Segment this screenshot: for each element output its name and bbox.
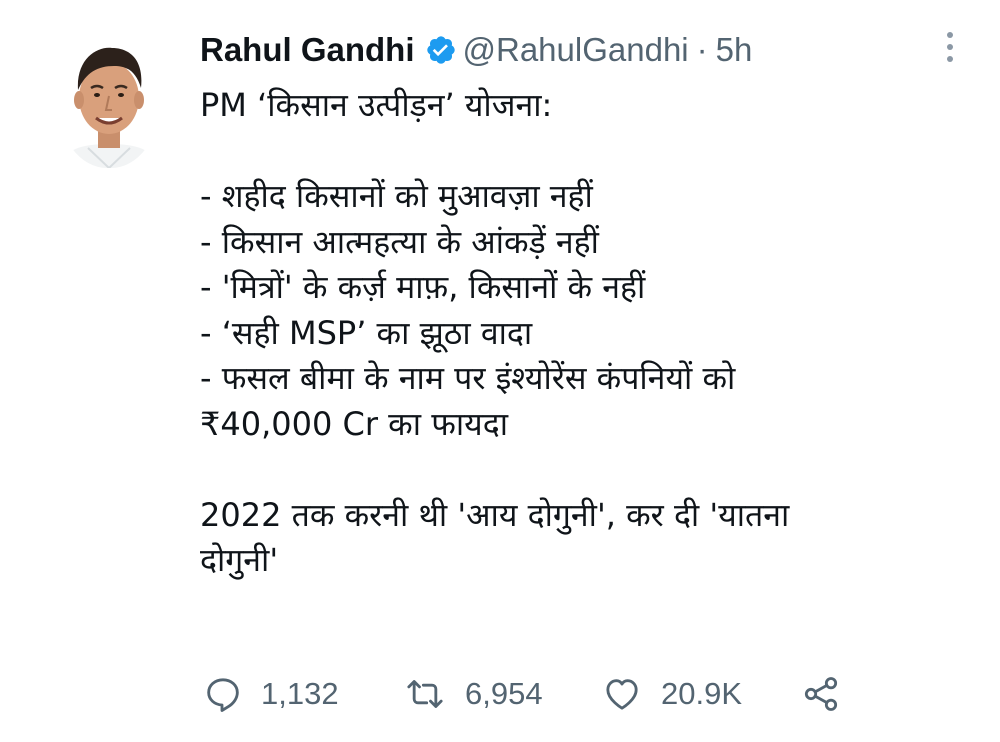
tweet-text-line: - शहीद किसानों को मुआवज़ा नहीं <box>200 177 593 215</box>
avatar[interactable] <box>58 32 160 168</box>
like-count: 20.9K <box>661 676 743 711</box>
tweet-text-line: ₹40,000 Cr का फायदा <box>200 404 509 443</box>
timestamp[interactable]: 5h <box>716 30 753 70</box>
action-bar: 1,132 6,954 20.9K <box>203 672 841 716</box>
tweet-card[interactable]: Rahul Gandhi @RahulGandhi · 5h PM ‘किसान… <box>0 0 1000 742</box>
reply-icon <box>207 678 239 712</box>
author-handle[interactable]: @RahulGandhi <box>463 30 689 70</box>
verified-badge-icon <box>425 34 457 66</box>
reply-count: 1,132 <box>261 676 339 711</box>
tweet-text-blank-line <box>200 447 940 493</box>
tweet-text-line: PM ‘किसान उत्पीड़न’ योजना: <box>200 86 553 124</box>
heart-icon <box>606 679 638 710</box>
tweet-text: PM ‘किसान उत्पीड़न’ योजना: - शहीद किसानो… <box>200 83 940 584</box>
retweet-button[interactable]: 6,954 <box>403 674 601 714</box>
tweet-header: Rahul Gandhi @RahulGandhi · 5h <box>200 30 752 70</box>
tweet-text-line: - फसल बीमा के नाम पर इंश्योरेंस कंपनियों… <box>200 359 736 397</box>
share-icon <box>804 677 838 711</box>
retweet-count: 6,954 <box>465 676 543 711</box>
like-button[interactable]: 20.9K <box>601 674 801 714</box>
more-dot <box>947 44 953 50</box>
tweet-text-line: 2022 तक करनी थी 'आय दोगुनी', कर दी 'यातन… <box>200 495 790 534</box>
tweet-text-blank-line <box>200 129 940 175</box>
tweet-text-line: - किसान आत्महत्या के आंकड़ें नहीं <box>200 222 599 261</box>
share-button[interactable] <box>801 674 841 714</box>
reply-button[interactable]: 1,132 <box>203 674 403 714</box>
more-dot <box>947 32 953 38</box>
tweet-text-line: - 'मित्रों' के कर्ज़ माफ़, किसानों के नह… <box>200 268 646 306</box>
more-vertical-icon[interactable] <box>935 22 965 72</box>
more-dot <box>947 56 953 62</box>
separator-dot: · <box>696 31 708 68</box>
retweet-icon <box>407 680 443 708</box>
tweet-text-line: - ‘सही MSP’ का झूठा वादा <box>200 313 533 352</box>
tweet-text-line: दोगुनी' <box>200 541 279 579</box>
author-name[interactable]: Rahul Gandhi <box>200 30 415 70</box>
